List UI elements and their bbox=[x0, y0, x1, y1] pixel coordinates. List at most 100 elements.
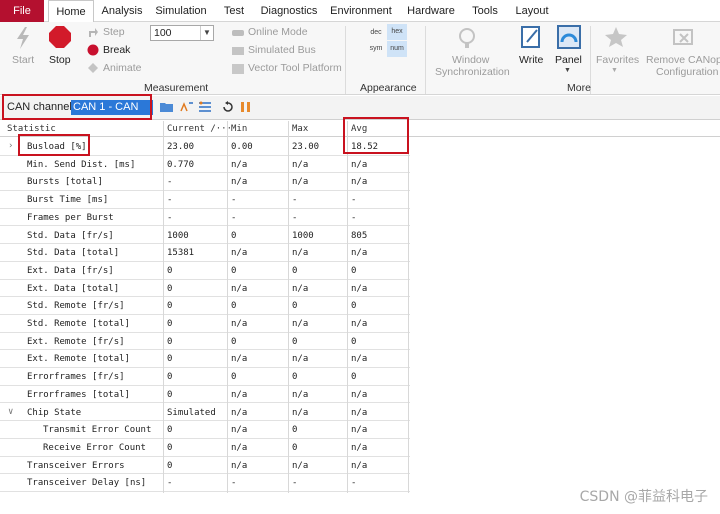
statistic-name: Receive Error Count bbox=[43, 442, 146, 453]
current-value: 0 bbox=[167, 354, 173, 365]
statistic-name: Ext. Data [fr/s] bbox=[27, 265, 114, 276]
animate-button[interactable]: Animate bbox=[103, 62, 142, 74]
table-row[interactable]: Transmit Error Count 0 n/a 0 n/a bbox=[0, 421, 410, 439]
table-row[interactable]: Std. Remote [fr/s] 0 0 0 0 bbox=[0, 297, 410, 315]
column-header-max[interactable]: Max bbox=[292, 124, 308, 134]
table-row[interactable]: ∨ Chip State Simulated n/a n/a n/a bbox=[0, 404, 410, 422]
list-filter-icon[interactable] bbox=[198, 101, 212, 113]
tab-file[interactable]: File bbox=[0, 0, 44, 22]
tab-analysis[interactable]: Analysis bbox=[98, 0, 146, 22]
sym-toggle[interactable]: sym bbox=[366, 42, 386, 56]
column-header-min[interactable]: Min bbox=[231, 124, 247, 134]
tab-diagnostics[interactable]: Diagnostics bbox=[258, 0, 320, 22]
avg-value: n/a bbox=[351, 407, 368, 418]
dec-toggle[interactable]: dec bbox=[366, 26, 386, 40]
max-value: n/a bbox=[292, 407, 309, 418]
table-row[interactable]: Std. Data [total] 15381 n/a n/a n/a bbox=[0, 244, 410, 262]
appearance-group-label: Appearance bbox=[360, 82, 417, 94]
max-value: - bbox=[292, 195, 298, 206]
min-value: n/a bbox=[231, 177, 248, 188]
table-row[interactable]: Bursts [total] - n/a n/a n/a bbox=[0, 173, 410, 192]
column-header-avg[interactable]: Avg bbox=[351, 124, 367, 134]
column-header-statistic[interactable]: Statistic bbox=[7, 124, 56, 134]
min-value: - bbox=[231, 212, 237, 223]
avg-value: 0 bbox=[351, 301, 357, 312]
write-button[interactable]: Write bbox=[519, 54, 543, 66]
tab-layout[interactable]: Layout bbox=[510, 0, 554, 22]
online-mode-button[interactable]: Online Mode bbox=[248, 26, 308, 38]
min-value: 0 bbox=[231, 372, 237, 383]
pause-icon[interactable] bbox=[240, 101, 252, 113]
hex-toggle[interactable]: hex bbox=[387, 24, 407, 40]
column-header-current[interactable]: Current /··· bbox=[167, 124, 232, 134]
table-row[interactable]: Errorframes [fr/s] 0 0 0 0 bbox=[0, 368, 410, 386]
num-toggle[interactable]: num bbox=[387, 41, 407, 57]
watermark: CSDN @菲益科电子 bbox=[579, 489, 708, 505]
table-row[interactable]: Transceiver Delay [ns] - - - - bbox=[0, 474, 410, 492]
step-button[interactable]: Step bbox=[103, 26, 125, 38]
table-row[interactable]: Std. Data [fr/s] 1000 0 1000 805 bbox=[0, 227, 410, 245]
table-row[interactable]: Ext. Remote [total] 0 n/a n/a n/a bbox=[0, 350, 410, 369]
folder-icon[interactable] bbox=[160, 101, 174, 113]
remove-config-icon bbox=[673, 29, 693, 45]
can-channel-select[interactable]: CAN 1 - CAN bbox=[71, 100, 153, 115]
statistic-name: Errorframes [total] bbox=[27, 389, 130, 400]
table-row[interactable]: Min. Send Dist. [ms] 0.770 n/a n/a n/a bbox=[0, 156, 410, 174]
max-value: n/a bbox=[292, 389, 309, 400]
table-row[interactable]: Std. Remote [total] 0 n/a n/a n/a bbox=[0, 315, 410, 333]
tab-test[interactable]: Test bbox=[218, 0, 250, 22]
table-row[interactable]: Transceiver Errors 0 n/a n/a n/a bbox=[0, 457, 410, 475]
panel-button[interactable]: Panel bbox=[555, 54, 582, 66]
break-button[interactable]: Break bbox=[103, 44, 130, 56]
min-value: n/a bbox=[231, 407, 248, 418]
avg-value: n/a bbox=[351, 442, 368, 453]
max-value: 1000 bbox=[292, 230, 314, 241]
remove-canopen-label-line2[interactable]: Configuration bbox=[656, 66, 718, 78]
tab-hardware[interactable]: Hardware bbox=[404, 0, 458, 22]
statistic-name: Bursts [total] bbox=[27, 177, 103, 188]
star-icon bbox=[605, 27, 627, 47]
table-row[interactable]: Errorframes [total] 0 n/a n/a n/a bbox=[0, 386, 410, 404]
min-value: 0 bbox=[231, 336, 237, 347]
max-value: n/a bbox=[292, 283, 309, 294]
simulated-bus-button[interactable]: Simulated Bus bbox=[248, 44, 316, 56]
tab-simulation[interactable]: Simulation bbox=[152, 0, 210, 22]
table-row[interactable]: Burst Time [ms] - - - - bbox=[0, 191, 410, 209]
max-value: 0 bbox=[292, 425, 298, 436]
statistic-name: Std. Data [fr/s] bbox=[27, 230, 114, 241]
avg-value: n/a bbox=[351, 283, 368, 294]
statistic-name: Busload [%] bbox=[27, 142, 87, 152]
tab-environment[interactable]: Environment bbox=[328, 0, 394, 22]
chevron-down-icon[interactable]: ▼ bbox=[611, 67, 618, 74]
grid-header: Statistic Current /··· Min Max Avg bbox=[0, 121, 720, 137]
statistic-name: Ext. Remote [fr/s] bbox=[27, 336, 125, 347]
table-row[interactable]: Ext. Data [total] 0 n/a n/a n/a bbox=[0, 280, 410, 298]
max-value: 0 bbox=[292, 442, 298, 453]
table-row[interactable]: Frames per Burst - - - - bbox=[0, 209, 410, 227]
table-row[interactable]: Receive Error Count 0 n/a 0 n/a bbox=[0, 439, 410, 457]
statistic-name: Errorframes [fr/s] bbox=[27, 372, 125, 383]
column-divider bbox=[163, 121, 164, 493]
chevron-down-icon[interactable]: ▼ bbox=[564, 67, 571, 74]
chevron-right-icon[interactable]: › bbox=[8, 141, 13, 151]
tab-tools[interactable]: Tools bbox=[466, 0, 504, 22]
remove-canopen-label-line1[interactable]: Remove CANope bbox=[646, 54, 720, 66]
window-sync-label-line2[interactable]: Synchronization bbox=[435, 66, 510, 78]
start-button[interactable]: Start bbox=[12, 54, 34, 66]
vector-tool-platform-button[interactable]: Vector Tool Platform bbox=[248, 62, 342, 74]
animation-speed-combo[interactable]: 100 ▼ bbox=[150, 25, 214, 41]
chevron-down-icon[interactable]: ▼ bbox=[200, 26, 213, 40]
tab-home[interactable]: Home bbox=[48, 0, 94, 23]
table-row[interactable]: Ext. Remote [fr/s] 0 0 0 0 bbox=[0, 333, 410, 351]
chevron-down-icon[interactable]: ∨ bbox=[8, 407, 13, 417]
max-value: - bbox=[292, 212, 298, 223]
table-row[interactable]: › Busload [%] 23.00 0.00 23.00 18.52 bbox=[0, 138, 410, 156]
sort-ascending-icon[interactable] bbox=[180, 101, 194, 113]
table-row[interactable]: Ext. Data [fr/s] 0 0 0 0 bbox=[0, 262, 410, 280]
group-separator bbox=[345, 26, 346, 94]
max-value: n/a bbox=[292, 248, 309, 259]
stop-button[interactable]: Stop bbox=[49, 54, 71, 66]
reset-icon[interactable] bbox=[222, 101, 234, 113]
favorites-button[interactable]: Favorites bbox=[596, 54, 639, 66]
window-sync-label-line1[interactable]: Window bbox=[452, 54, 489, 66]
